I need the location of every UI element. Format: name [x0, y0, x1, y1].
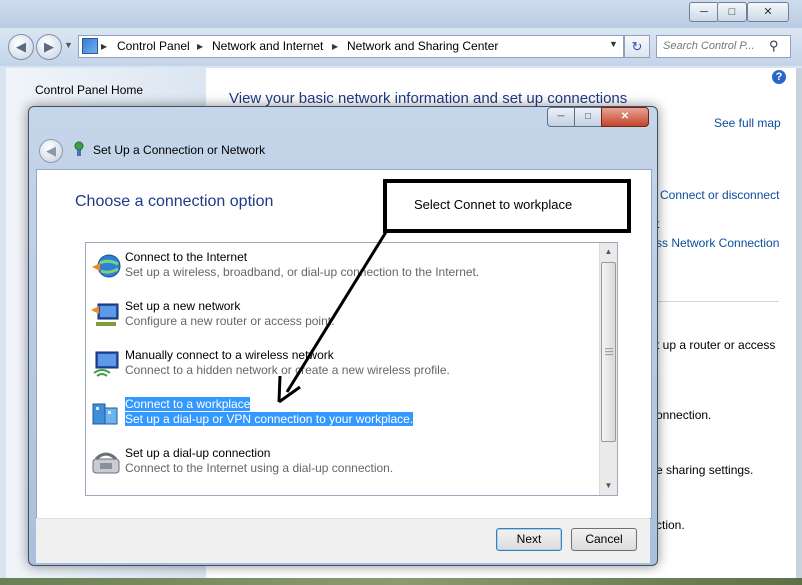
minimize-button[interactable]: ─	[689, 2, 719, 22]
list-scrollbar[interactable]: ▲ — — — ▼	[599, 243, 617, 495]
forward-button[interactable]: ▶	[36, 34, 62, 60]
search-placeholder: Search Control P...	[663, 40, 755, 52]
option-title: Connect to the Internet	[125, 250, 248, 264]
option-title: Connect to a workplace	[125, 397, 251, 411]
close-button[interactable]: ✕	[747, 2, 789, 22]
back-button[interactable]: ◀	[8, 34, 34, 60]
breadcrumb-control-panel[interactable]: Control Panel	[117, 39, 190, 53]
option-title: Set up a dial-up connection	[125, 446, 271, 460]
maximize-button[interactable]: □	[717, 2, 747, 22]
option-connect-internet[interactable]: Connect to the Internet Set up a wireles…	[88, 245, 600, 293]
dialog-back-button[interactable]: ◀	[39, 139, 63, 163]
option-title: Manually connect to a wireless network	[125, 348, 334, 362]
window-titlebar: ─ □ ✕	[0, 0, 802, 28]
breadcrumb-network-internet[interactable]: Network and Internet	[212, 39, 323, 53]
option-description: Connect to the Internet using a dial-up …	[125, 461, 394, 475]
control-panel-icon	[82, 38, 98, 54]
wireless-monitor-icon	[93, 351, 119, 377]
control-panel-home-link[interactable]: Control Panel Home	[35, 83, 143, 97]
refresh-icon[interactable]: ↻	[624, 35, 650, 58]
desktop-background-strip	[0, 578, 802, 585]
workplace-icon	[92, 403, 118, 425]
scrollbar-thumb[interactable]: — — —	[601, 262, 616, 442]
dialog-header: ◀ Set Up a Connection or Network	[35, 133, 651, 169]
option-manual-wireless[interactable]: Manually connect to a wireless network C…	[88, 343, 600, 391]
help-icon[interactable]: ?	[772, 70, 786, 84]
divider	[656, 301, 779, 302]
dialog-footer: Next Cancel	[36, 518, 650, 563]
connection-text-2: ction.	[656, 518, 685, 532]
option-dialup[interactable]: Set up a dial-up connection Connect to t…	[88, 441, 600, 489]
breadcrumb-separator-icon: ▸	[101, 39, 108, 53]
option-connect-workplace[interactable]: Connect to a workplace Set up a dial-up …	[88, 392, 600, 440]
cancel-button[interactable]: Cancel	[571, 528, 637, 551]
option-description: Set up a dial-up or VPN connection to yo…	[125, 412, 414, 426]
annotation-callout: Select Connet to workplace	[383, 179, 631, 233]
option-new-network[interactable]: Set up a new network Configure a new rou…	[88, 294, 600, 342]
scroll-down-icon[interactable]: ▼	[600, 477, 617, 494]
sharing-settings-text: e sharing settings.	[656, 463, 754, 477]
page-heading: View your basic network information and …	[229, 90, 628, 107]
option-description: Connect to a hidden network or create a …	[125, 363, 450, 377]
router-text: t up a router or access	[656, 338, 776, 352]
setup-connection-dialog: ─ □ ✕ ◀ Set Up a Connection or Network C…	[28, 106, 658, 566]
network-setup-icon	[91, 303, 119, 326]
connect-disconnect-link[interactable]: Connect or disconnect	[660, 188, 779, 202]
grip-icon: — — —	[605, 344, 613, 359]
option-title: Set up a new network	[125, 299, 241, 313]
dialog-title: Set Up a Connection or Network	[93, 143, 266, 157]
search-icon[interactable]: ⚲	[769, 38, 779, 54]
breadcrumb-separator-icon: ▸	[197, 39, 204, 53]
breadcrumb-separator-icon: ▸	[332, 39, 339, 53]
option-description: Set up a wireless, broadband, or dial-up…	[125, 265, 480, 279]
choose-option-heading: Choose a connection option	[75, 193, 274, 210]
network-setup-icon	[74, 141, 84, 156]
address-bar[interactable]: ▸ Control Panel ▸ Network and Internet ▸…	[78, 35, 624, 58]
connection-options-list[interactable]: Connect to the Internet Set up a wireles…	[85, 242, 618, 496]
dialog-close-button[interactable]: ✕	[601, 107, 649, 127]
dialog-minimize-button[interactable]: ─	[547, 107, 575, 127]
address-dropdown-icon[interactable]: ▼	[609, 39, 618, 49]
globe-icon	[92, 254, 121, 278]
phone-modem-icon	[92, 452, 120, 474]
window-edge	[796, 68, 802, 578]
option-description: Configure a new router or access point.	[125, 314, 335, 328]
next-button[interactable]: Next	[496, 528, 562, 551]
search-input[interactable]: Search Control P... ⚲	[656, 35, 791, 58]
recent-pages-icon[interactable]: ▼	[64, 40, 73, 50]
scroll-up-icon[interactable]: ▲	[600, 243, 617, 260]
connection-text: onnection.	[656, 408, 712, 422]
network-connection-link[interactable]: ss Network Connection	[656, 236, 779, 250]
breadcrumb-network-sharing-center[interactable]: Network and Sharing Center	[347, 39, 498, 53]
see-full-map-link[interactable]: See full map	[714, 116, 781, 130]
dialog-maximize-button[interactable]: □	[574, 107, 602, 127]
callout-text: Select Connet to workplace	[414, 197, 573, 212]
